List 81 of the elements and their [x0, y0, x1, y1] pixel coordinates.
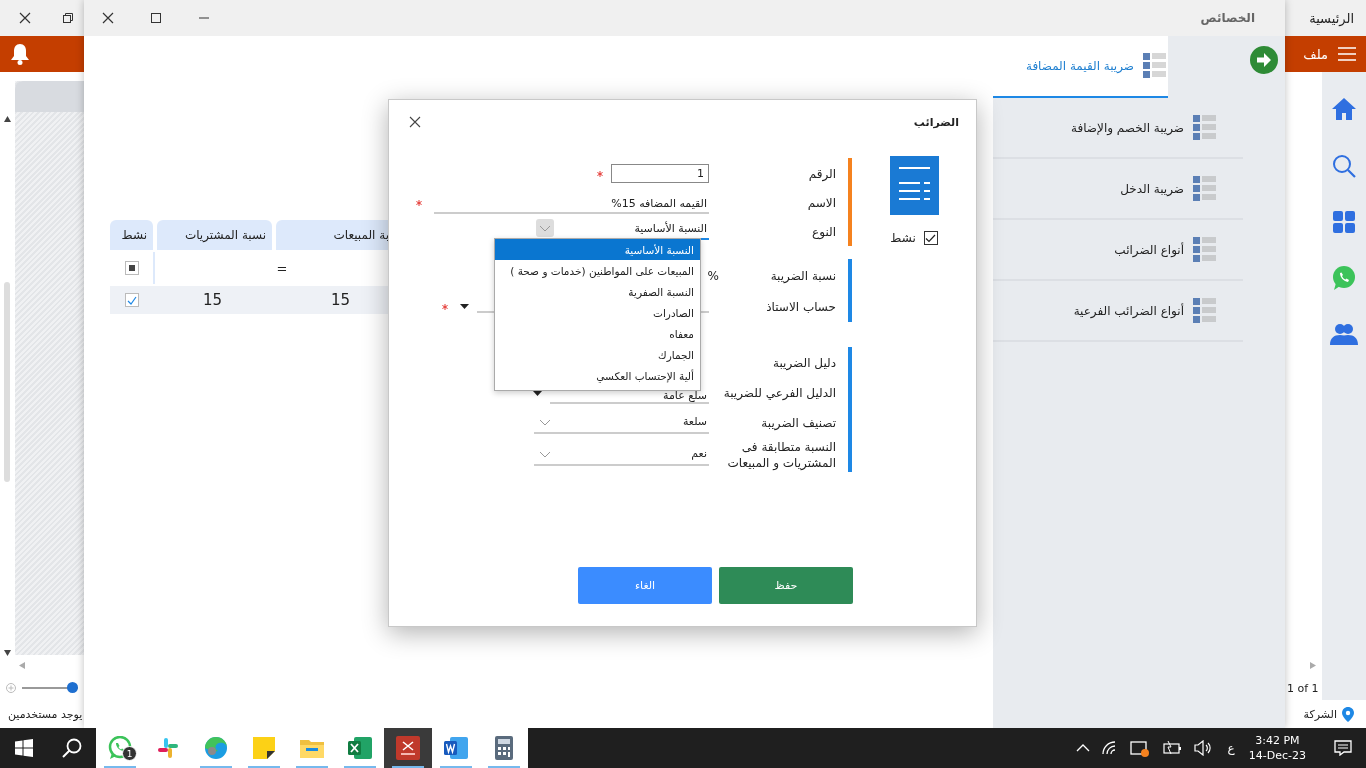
- menu-icon[interactable]: [1338, 47, 1356, 61]
- save-button[interactable]: حفظ: [719, 567, 853, 604]
- active-checkbox[interactable]: [923, 231, 938, 245]
- menu-label[interactable]: ملف: [1303, 46, 1328, 62]
- language-indicator[interactable]: ع: [1227, 741, 1235, 755]
- scrollbar-thumb[interactable]: [4, 282, 10, 482]
- close-icon[interactable]: [409, 116, 421, 128]
- column-header[interactable]: بة المبيعات: [276, 220, 390, 250]
- arrow-right-icon[interactable]: [1250, 46, 1278, 74]
- table-cell: 15: [202, 291, 223, 309]
- location-pin-icon: [1342, 706, 1354, 722]
- battery-icon[interactable]: [1161, 741, 1182, 755]
- field-label: دليل الضريبة: [772, 355, 836, 371]
- close-icon[interactable]: [19, 12, 31, 24]
- whatsapp-icon[interactable]: [108, 736, 132, 760]
- row-checkbox[interactable]: [124, 293, 139, 307]
- field-label: الاسم: [806, 194, 836, 211]
- sticky-note-icon[interactable]: [253, 737, 275, 759]
- field-label: نسبة الضريبة: [769, 267, 836, 284]
- list-icon: [1143, 53, 1166, 78]
- list-icon: [1193, 176, 1216, 201]
- document-icon: [889, 156, 939, 215]
- dialog-title: الضرائب: [913, 115, 959, 129]
- window-title: الخصائص: [1200, 11, 1256, 25]
- field-label: الرقم: [807, 165, 836, 182]
- spreadsheet-icon[interactable]: [348, 737, 372, 759]
- dropdown-option[interactable]: النسبة الصفرية: [495, 281, 700, 302]
- field-label: تصنيف الضريبة: [760, 415, 836, 431]
- close-icon[interactable]: [102, 12, 114, 24]
- list-icon: [1193, 237, 1216, 262]
- meeting-icon[interactable]: [1129, 739, 1150, 757]
- users-icon[interactable]: [1330, 323, 1358, 345]
- page-indicator: 1 of 1: [1287, 682, 1319, 695]
- field-label: النوع: [811, 223, 836, 240]
- bell-icon[interactable]: [10, 43, 30, 65]
- name-field[interactable]: القيمه المضافه 15%: [434, 197, 709, 214]
- document-app-icon[interactable]: [444, 737, 468, 759]
- folder-icon[interactable]: [300, 738, 324, 758]
- wifi-icon[interactable]: [1101, 741, 1118, 755]
- home-icon[interactable]: [1331, 97, 1357, 121]
- column-header[interactable]: نشط: [110, 220, 153, 250]
- select-field[interactable]: سلعة: [534, 412, 709, 434]
- filter-checkbox[interactable]: [124, 261, 139, 275]
- dropdown-option[interactable]: النسبة الأساسية: [495, 239, 700, 260]
- app-icon[interactable]: [396, 736, 420, 760]
- column-header[interactable]: نسبة المشتريات: [157, 220, 272, 250]
- field-label: حساب الاستاذ: [765, 298, 836, 315]
- hash-icon[interactable]: [157, 737, 179, 759]
- notification-icon[interactable]: [1334, 740, 1352, 756]
- browser-icon[interactable]: [204, 736, 228, 760]
- scroll-down-icon[interactable]: [3, 650, 11, 656]
- checkbox-label: نشط: [890, 231, 916, 245]
- notification-badge: 1: [122, 746, 137, 761]
- clock[interactable]: 3:42 PM 14-Dec-23: [1248, 733, 1306, 763]
- dropdown-option[interactable]: معفاه: [495, 323, 700, 344]
- restore-icon[interactable]: [63, 13, 73, 23]
- window-title: الرئيسية: [1309, 10, 1355, 26]
- nav-item[interactable]: ضريبة القيمة المضافة: [993, 36, 1168, 98]
- select-field[interactable]: نعم: [534, 444, 709, 466]
- caret-icon[interactable]: [460, 304, 469, 309]
- list-icon: [1193, 115, 1216, 140]
- chevron-up-icon[interactable]: [1075, 744, 1090, 752]
- status-text: يوجد مستخدمين: [8, 707, 83, 721]
- windows-start-icon[interactable]: [15, 739, 33, 757]
- scroll-up-icon[interactable]: [3, 116, 11, 122]
- calculator-icon[interactable]: [495, 736, 513, 760]
- filter-operator[interactable]: =: [276, 260, 288, 276]
- field-label: النسبة متطابقة فى المشتريات و المبيعات: [726, 439, 836, 471]
- number-field[interactable]: 1: [611, 164, 709, 183]
- company-label[interactable]: الشركة: [1303, 707, 1337, 721]
- search-icon[interactable]: [62, 738, 82, 758]
- maximize-icon[interactable]: [151, 13, 161, 23]
- dropdown-option[interactable]: الجمارك: [495, 344, 700, 365]
- table-cell: 15: [330, 291, 351, 309]
- dropdown-option[interactable]: المبيعات على المواطنين (خدمات و صحة ): [495, 260, 700, 281]
- grid-icon[interactable]: [1333, 211, 1355, 233]
- percent-sign: %: [707, 268, 719, 283]
- dropdown-option[interactable]: الصادرات: [495, 302, 700, 323]
- volume-icon[interactable]: [1193, 740, 1212, 756]
- list-icon: [1193, 298, 1216, 323]
- field-label: الدليل الفرعي للضريبة: [722, 385, 836, 401]
